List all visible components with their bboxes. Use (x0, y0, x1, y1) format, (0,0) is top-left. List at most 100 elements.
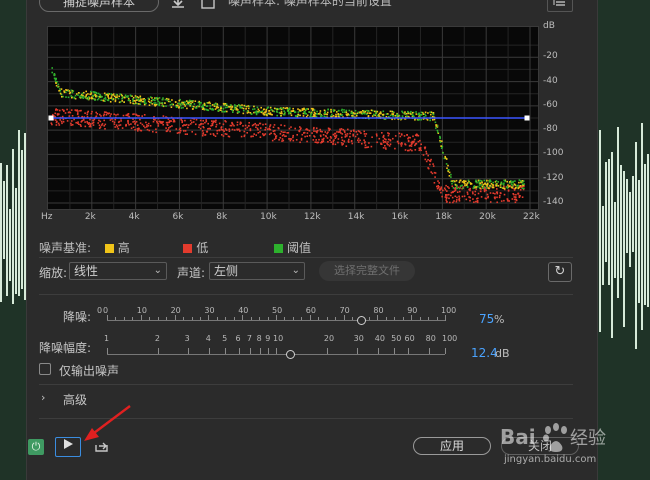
menu-icon[interactable] (547, 0, 573, 12)
noise-high-point (70, 95, 73, 97)
noise-high-point (90, 90, 92, 93)
noise-low-point (274, 129, 276, 132)
noise-high-point (236, 108, 238, 110)
noise-reduction-tick-label: 0 (97, 306, 103, 315)
noise-high-point (468, 181, 471, 184)
noise-low-point (70, 122, 72, 125)
noise-high-point (87, 93, 89, 95)
reduce-by-tick-label: 20 (323, 334, 335, 343)
capture-noise-print-button[interactable]: 捕捉噪声样本 (39, 0, 159, 12)
noise-high-point (394, 114, 397, 117)
noise-low-point (264, 123, 267, 125)
noise-high-point (245, 108, 247, 110)
noise-low-point (442, 189, 444, 192)
noise-low-point (120, 120, 122, 122)
noise-low-point (454, 195, 457, 198)
threshold-handle[interactable] (48, 115, 54, 121)
noise-low-point (209, 133, 212, 135)
download-icon[interactable] (169, 0, 187, 11)
noise-reduction-track[interactable] (107, 320, 445, 321)
noise-low-point (472, 192, 474, 195)
noise-high-point (175, 101, 177, 103)
output-noise-only-checkbox[interactable] (39, 363, 51, 375)
db-tick-label: -20 (543, 51, 558, 62)
zoom-select[interactable]: 线性 ⌄ (69, 262, 167, 280)
noise-high-point (161, 105, 164, 107)
play-button[interactable] (55, 437, 81, 457)
noise-low-point (337, 138, 340, 140)
svg-text:jingyan.baidu.com: jingyan.baidu.com (503, 454, 596, 465)
noise-low-point (281, 140, 283, 142)
noise-high-point (381, 113, 384, 116)
noise-high-point (181, 103, 184, 106)
noise-high-point (246, 110, 249, 113)
noise-low-point (518, 196, 521, 198)
noise-high-point (205, 105, 208, 107)
reset-icon[interactable]: ↻ (548, 262, 572, 282)
noise-graph[interactable]: dB -20 -40 -60 -80 -100 -120 -140 Hz 2k 4k 6k 8k 10k… (41, 21, 565, 222)
noise-low-point (506, 198, 509, 200)
noise-high-point (389, 110, 392, 113)
noise-high-point (185, 100, 188, 102)
noise-low-point (508, 200, 510, 202)
hz-tick-label: 2k (84, 212, 96, 222)
noise-high-point (139, 103, 142, 105)
reduce-by-track[interactable] (107, 354, 445, 355)
noise-low-point (139, 122, 142, 124)
noise-low-point (184, 119, 186, 122)
noise-low-point (413, 138, 416, 141)
noise-high-point (90, 96, 93, 99)
legend-swatch-low (183, 244, 193, 253)
hz-tick-label: 12k (303, 212, 321, 222)
noise-low-point (499, 194, 501, 197)
reduce-by-slider-thumb[interactable] (286, 350, 295, 359)
noise-high-point (370, 109, 373, 112)
reduce-by-value[interactable]: 12.4 (471, 346, 498, 360)
noise-low-point (367, 146, 370, 148)
noise-low-point (228, 128, 231, 130)
noise-low-point (392, 137, 394, 140)
noise-reduction-value[interactable]: 75 (479, 312, 494, 326)
noise-high-point (264, 111, 266, 113)
noise-low-point (438, 188, 441, 191)
noise-high-point (476, 181, 478, 184)
noise-high-point (424, 113, 426, 116)
noise-graph-canvas[interactable] (47, 26, 539, 210)
load-icon[interactable] (199, 0, 217, 11)
zoom-value: 线性 (74, 264, 99, 278)
noise-high-point (237, 111, 239, 113)
noise-low-point (70, 109, 73, 111)
noise-high-point (406, 115, 408, 117)
noise-low-point (315, 127, 318, 129)
noise-high-point (106, 94, 109, 96)
noise-low-point (319, 128, 321, 131)
noise-low-point (130, 127, 133, 130)
noise-low-point (347, 141, 350, 143)
noise-high-point (133, 99, 136, 102)
noise-low-point (168, 127, 170, 129)
noise-reduction-tick-label: 20 (170, 306, 181, 315)
noise-low-point (66, 108, 68, 111)
noise-low-point (246, 126, 249, 129)
noise-high-point (486, 185, 488, 187)
power-icon[interactable]: ⏻ (28, 439, 44, 455)
noise-reduction-slider-thumb[interactable] (356, 316, 366, 325)
noise-low-point (334, 132, 337, 135)
waveform-bar (602, 205, 604, 286)
threshold-handle[interactable] (524, 115, 530, 121)
noise-low-point (280, 124, 282, 126)
noise-low-point (81, 120, 83, 122)
advanced-section-toggle[interactable]: 高级 (63, 391, 87, 408)
reduce-by-tick-label: 10 (273, 334, 284, 343)
reduce-by-tick (445, 348, 446, 354)
noise-low-point (185, 123, 188, 126)
apply-button[interactable]: 应用 (413, 437, 491, 455)
noise-low-point (215, 123, 218, 126)
noise-low-point (279, 133, 282, 135)
chevron-right-icon[interactable]: › (41, 391, 45, 404)
noise-low-point (207, 122, 209, 125)
select-entire-file-button[interactable]: 选择完整文件 (319, 261, 415, 281)
channel-select[interactable]: 左侧 ⌄ (209, 262, 305, 280)
noise-low-point (354, 135, 357, 138)
loop-export-icon[interactable] (95, 440, 109, 455)
